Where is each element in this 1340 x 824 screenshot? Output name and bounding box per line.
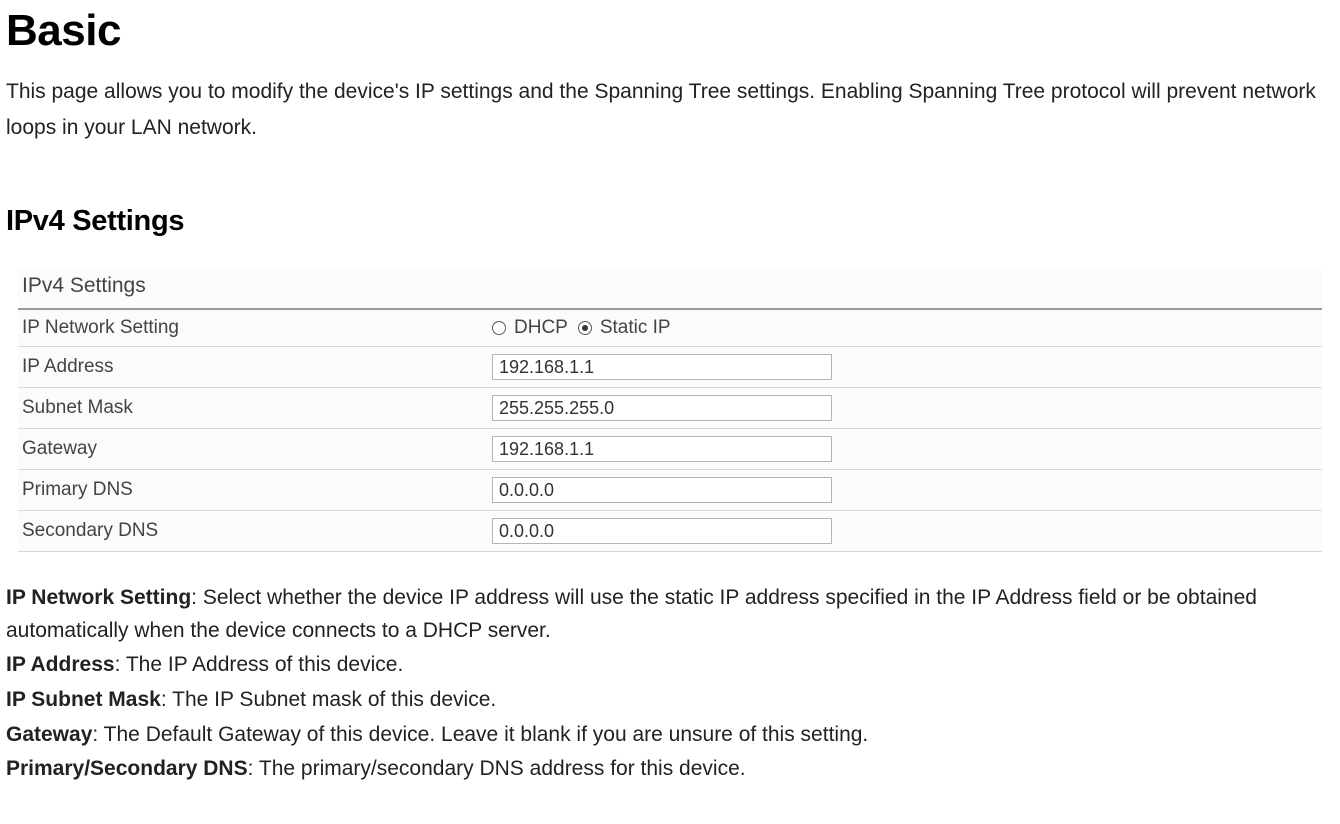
input-ip-address[interactable]: [492, 354, 832, 380]
label-secondary-dns: Secondary DNS: [22, 520, 492, 542]
radio-option-dhcp[interactable]: DHCP: [492, 317, 568, 339]
desc-term: IP Network Setting: [6, 586, 191, 609]
label-primary-dns: Primary DNS: [22, 479, 492, 501]
desc-gateway: Gateway: The Default Gateway of this dev…: [6, 719, 1334, 752]
radio-option-static-ip[interactable]: Static IP: [578, 317, 671, 339]
desc-term: Gateway: [6, 723, 92, 746]
page-title: Basic: [6, 6, 1334, 56]
ipv4-settings-panel: IPv4 Settings IP Network Setting DHCP St…: [18, 268, 1322, 552]
row-subnet-mask: Subnet Mask: [18, 388, 1322, 429]
label-subnet-mask: Subnet Mask: [22, 397, 492, 419]
input-gateway[interactable]: [492, 436, 832, 462]
desc-ip-network-setting: IP Network Setting: Select whether the d…: [6, 582, 1334, 647]
desc-text: : The IP Subnet mask of this device.: [161, 688, 496, 711]
radio-label-dhcp: DHCP: [514, 317, 568, 339]
input-secondary-dns[interactable]: [492, 518, 832, 544]
row-primary-dns: Primary DNS: [18, 470, 1322, 511]
field-descriptions: IP Network Setting: Select whether the d…: [6, 582, 1334, 785]
desc-text: : The IP Address of this device.: [115, 653, 404, 676]
desc-text: : The primary/secondary DNS address for …: [248, 757, 746, 780]
desc-text: : The Default Gateway of this device. Le…: [92, 723, 868, 746]
panel-header: IPv4 Settings: [18, 268, 1322, 310]
row-ip-network-setting: IP Network Setting DHCP Static IP: [18, 310, 1322, 347]
section-heading-ipv4: IPv4 Settings: [6, 205, 1334, 238]
row-secondary-dns: Secondary DNS: [18, 511, 1322, 552]
radio-group-ip-network: DHCP Static IP: [492, 317, 671, 339]
label-gateway: Gateway: [22, 438, 492, 460]
radio-label-static: Static IP: [600, 317, 671, 339]
desc-text: : Select whether the device IP address w…: [6, 586, 1257, 642]
desc-term: Primary/Secondary DNS: [6, 757, 248, 780]
desc-subnet-mask: IP Subnet Mask: The IP Subnet mask of th…: [6, 684, 1334, 717]
input-subnet-mask[interactable]: [492, 395, 832, 421]
desc-ip-address: IP Address: The IP Address of this devic…: [6, 649, 1334, 682]
intro-text: This page allows you to modify the devic…: [6, 74, 1334, 145]
desc-term: IP Address: [6, 653, 115, 676]
row-gateway: Gateway: [18, 429, 1322, 470]
radio-icon: [578, 321, 592, 335]
label-ip-network-setting: IP Network Setting: [22, 317, 492, 339]
desc-dns: Primary/Secondary DNS: The primary/secon…: [6, 753, 1334, 786]
label-ip-address: IP Address: [22, 356, 492, 378]
input-primary-dns[interactable]: [492, 477, 832, 503]
radio-icon: [492, 321, 506, 335]
row-ip-address: IP Address: [18, 347, 1322, 388]
desc-term: IP Subnet Mask: [6, 688, 161, 711]
